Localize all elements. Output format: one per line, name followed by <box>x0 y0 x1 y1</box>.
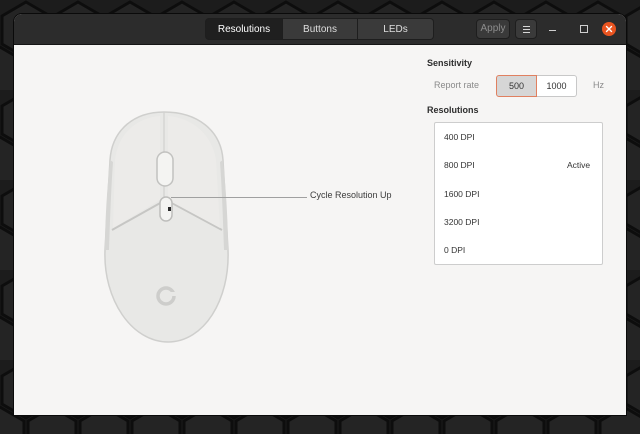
resolutions-heading: Resolutions <box>427 105 479 115</box>
hamburger-icon-line <box>523 32 530 33</box>
button-callout-label[interactable]: Cycle Resolution Up <box>310 190 392 200</box>
close-icon[interactable] <box>602 22 616 36</box>
list-item[interactable]: 0 DPI <box>435 236 602 264</box>
piper-window: Resolutions Buttons LEDs Apply Cycle Res… <box>14 14 626 415</box>
resolution-label: 3200 DPI <box>444 217 480 227</box>
resolution-button-indicator <box>168 207 171 211</box>
list-item[interactable]: 3200 DPI <box>435 208 602 236</box>
resolution-label: 800 DPI <box>444 160 475 170</box>
list-item[interactable]: 1600 DPI <box>435 180 602 208</box>
report-rate-unit: Hz <box>593 80 604 90</box>
view-switcher: Resolutions Buttons LEDs <box>205 18 434 40</box>
maximize-icon[interactable] <box>577 22 591 36</box>
sensitivity-heading: Sensitivity <box>427 58 473 68</box>
header-bar: Resolutions Buttons LEDs Apply <box>14 14 626 45</box>
resolution-label: 1600 DPI <box>444 189 480 199</box>
resolutions-list: 400 DPI 800 DPI Active 1600 DPI 3200 DPI… <box>434 122 603 265</box>
report-rate-label: Report rate <box>434 80 480 90</box>
resolution-label: 0 DPI <box>444 245 466 255</box>
callout-line <box>171 197 307 198</box>
apply-button[interactable]: Apply <box>476 19 510 39</box>
tab-leds[interactable]: LEDs <box>358 18 434 40</box>
resolution-status: Active <box>567 160 591 170</box>
logo-gap <box>166 292 176 296</box>
tab-buttons[interactable]: Buttons <box>283 18 358 40</box>
resolution-label: 400 DPI <box>444 132 475 142</box>
list-item[interactable]: 800 DPI Active <box>435 151 602 179</box>
hamburger-icon-line <box>523 29 530 30</box>
report-rate-500-button[interactable]: 500 <box>496 75 537 97</box>
scroll-wheel[interactable] <box>156 151 174 187</box>
mouse-illustration <box>104 111 229 343</box>
report-rate-1000-button[interactable]: 1000 <box>537 75 577 97</box>
menu-button[interactable] <box>515 19 537 39</box>
minimize-icon[interactable] <box>546 22 560 36</box>
list-item[interactable]: 400 DPI <box>435 123 602 151</box>
tab-resolutions[interactable]: Resolutions <box>205 18 283 40</box>
hamburger-icon <box>523 26 530 27</box>
